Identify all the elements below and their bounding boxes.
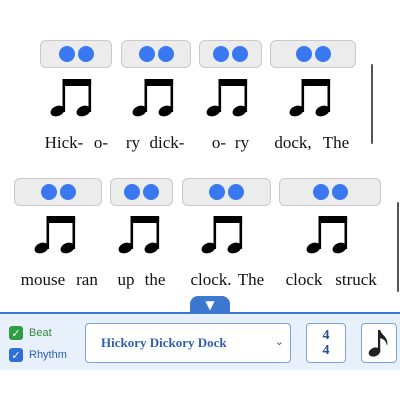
lyric-syllable: ran <box>76 270 98 289</box>
beat-dot <box>312 184 329 200</box>
lyric-syllable: struck <box>335 270 377 289</box>
time-signature-button[interactable]: 4 4 <box>306 323 346 363</box>
panel-collapse-button[interactable]: ▼ <box>190 296 230 314</box>
lyric-syllable: up <box>117 270 135 289</box>
lyric-syllable: dick- <box>149 133 185 152</box>
scrollbar-indicator[interactable] <box>371 64 373 144</box>
lyric-syllable: o- <box>93 133 109 152</box>
rhythm-checkbox[interactable]: ✓ <box>9 348 23 362</box>
eighth-note-icon <box>368 330 388 357</box>
beat-dots-button[interactable] <box>14 178 102 206</box>
beat-dot <box>59 184 76 200</box>
beat-dots-button[interactable] <box>270 40 356 68</box>
scrollbar-indicator[interactable] <box>397 202 399 292</box>
lyric-syllable: clock <box>285 270 323 289</box>
beat-dot <box>40 184 57 200</box>
rhythm-label: Rhythm <box>29 349 67 361</box>
beat-dot <box>213 46 229 62</box>
beat-dots-button[interactable] <box>40 40 112 68</box>
note-value-button[interactable] <box>361 323 397 363</box>
beat-dot <box>314 46 331 62</box>
lyric-syllable: Hick- <box>44 133 84 152</box>
eighth-note-pair-icon <box>289 79 331 117</box>
lyric-syllable: the <box>144 270 166 289</box>
beat-dots-button[interactable] <box>121 40 191 68</box>
beat-dot <box>77 46 94 62</box>
beat-dot <box>232 46 248 62</box>
beat-dots-button[interactable] <box>199 40 262 68</box>
beat-dot <box>124 184 140 200</box>
checkmark-icon: ✓ <box>11 326 21 340</box>
beat-dots-button[interactable] <box>182 178 271 206</box>
eighth-note-pair-icon <box>201 216 243 254</box>
lyric-syllable: clock. <box>190 270 232 289</box>
beat-dot <box>209 184 225 200</box>
lyric-syllable: o- <box>211 133 227 152</box>
lyric-syllable: mouse <box>20 270 66 289</box>
beat-toggle[interactable]: ✓ Beat <box>9 326 52 340</box>
beat-dot <box>331 184 348 200</box>
eighth-note-pair-icon <box>118 216 160 254</box>
page-bottom <box>0 370 400 400</box>
time-signature-bottom: 4 <box>322 343 330 358</box>
beat-dot <box>157 46 174 62</box>
song-select[interactable]: Hickory Dickory Dock ⌄ <box>85 323 291 363</box>
lyric-syllable: The <box>237 270 265 289</box>
beat-dot <box>295 46 312 62</box>
time-signature-top: 4 <box>322 328 330 343</box>
song-title: Hickory Dickory Dock <box>101 335 227 350</box>
beat-dot <box>228 184 244 200</box>
rhythm-toggle[interactable]: ✓ Rhythm <box>9 348 67 362</box>
lyric-syllable: dock, <box>274 133 312 152</box>
beat-dot <box>58 46 75 62</box>
chevron-down-icon: ▼ <box>205 298 215 312</box>
beat-dot <box>143 184 159 200</box>
lyric-syllable: ry <box>125 133 141 152</box>
eighth-note-pair-icon <box>306 216 348 254</box>
rhythm-score: Hick- o- ry dick- o- ry dock, The mouse … <box>0 0 400 312</box>
eighth-note-pair-icon <box>50 79 92 117</box>
lyric-syllable: The <box>322 133 350 152</box>
chevron-down-icon: ⌄ <box>274 335 284 348</box>
lyric-syllable: ry <box>234 133 250 152</box>
beat-label: Beat <box>29 327 52 339</box>
beat-checkbox[interactable]: ✓ <box>9 326 23 340</box>
eighth-note-pair-icon <box>34 216 76 254</box>
beat-dots-button[interactable] <box>110 178 173 206</box>
beat-dot <box>138 46 155 62</box>
beat-dots-button[interactable] <box>279 178 381 206</box>
eighth-note-pair-icon <box>206 79 248 117</box>
checkmark-icon: ✓ <box>11 348 21 362</box>
eighth-note-pair-icon <box>132 79 174 117</box>
